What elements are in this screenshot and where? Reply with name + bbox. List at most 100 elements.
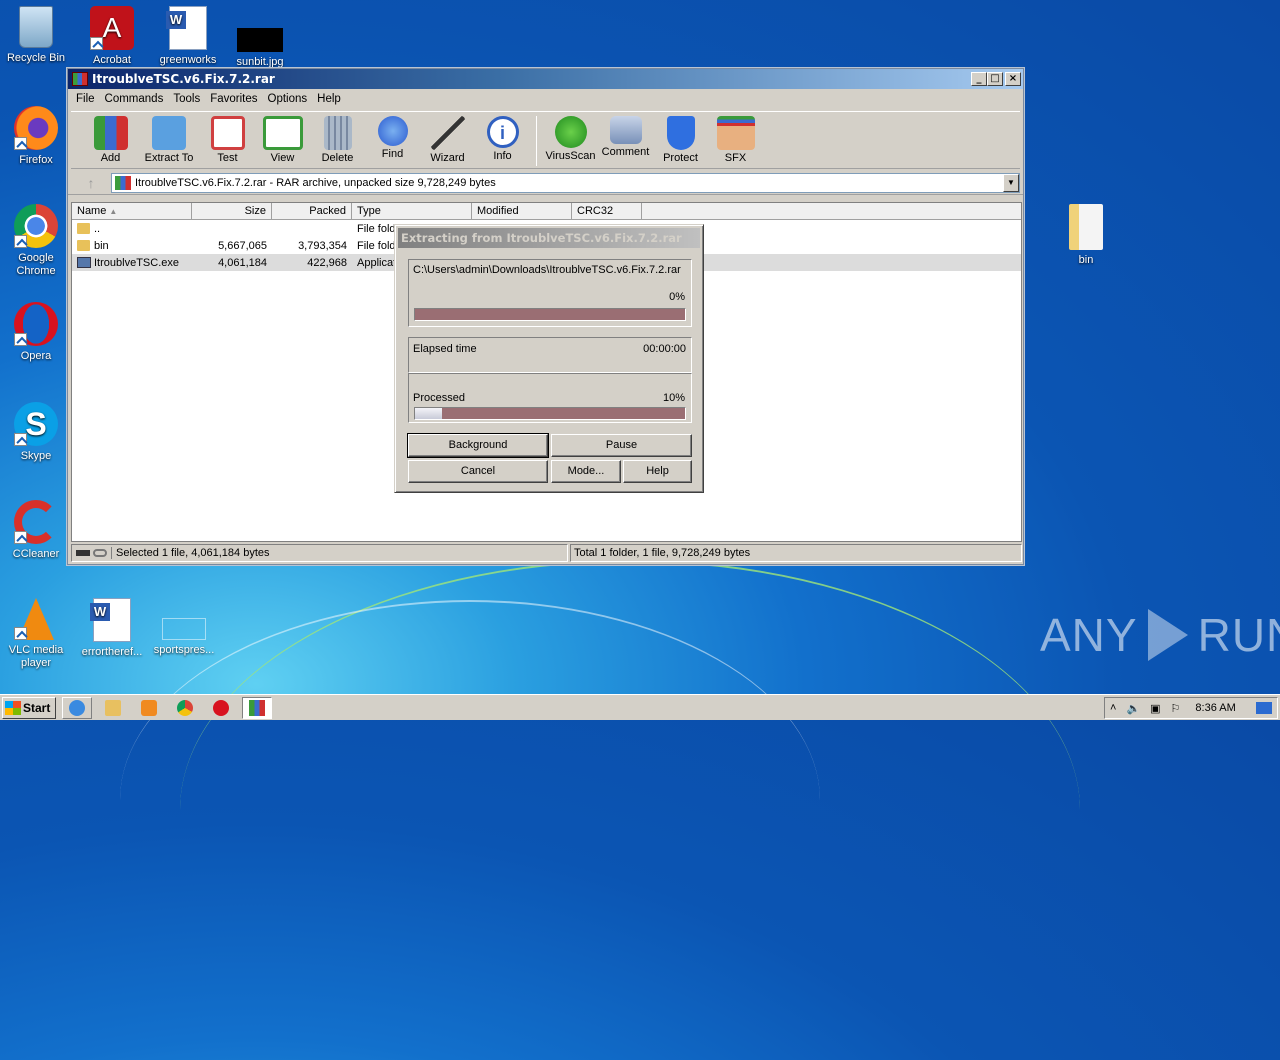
desktop-icon-opera[interactable]: Opera [0,302,72,363]
close-button[interactable]: × [1005,72,1021,86]
up-arrow-icon[interactable]: ↑ [71,175,111,191]
toolbar-wizard-button[interactable]: Wizard [420,116,475,164]
info-icon: i [486,116,519,148]
menu-favorites[interactable]: Favorites [205,93,262,105]
cancel-button[interactable]: Cancel [408,460,548,483]
desktop-icon-sportspres[interactable]: sportspres... [148,598,220,657]
toolbar-test-button[interactable]: Test [200,116,255,164]
menu-help[interactable]: Help [312,93,346,105]
desktop-icon-label: Recycle Bin [6,52,66,64]
title-bar[interactable]: ItroublveTSC.v6.Fix.7.2.rar _ □ × [68,69,1023,89]
minimize-button[interactable]: _ [971,72,987,86]
desktop-icon-firefox[interactable]: Firefox [0,106,72,167]
help-button[interactable]: Help [623,460,692,483]
address-text: ItroublveTSC.v6.Fix.7.2.rar - RAR archiv… [135,176,496,189]
recycle-bin-icon [19,6,53,48]
magnifier-icon [377,116,408,146]
toolbar-separator [536,116,537,166]
toolbar-protect-button[interactable]: Protect [653,116,708,164]
status-selected: Selected 1 file, 4,061,184 bytes [111,547,270,559]
menu-file[interactable]: File [71,93,100,105]
toolbar-info-button[interactable]: i Info [475,116,530,162]
show-desktop-icon[interactable] [1256,702,1272,714]
taskbar: Start ˄ 🔈 ▣ ⚐ 8:36 AM [0,694,1280,720]
desktop-icon-label: errortheref... [81,646,143,658]
network-icon[interactable]: ▣ [1150,702,1160,715]
volume-icon[interactable]: 🔈 [1126,702,1140,715]
mode-button[interactable]: Mode... [551,460,621,483]
processed-group: Processed 10% [408,373,692,423]
toolbar-label: View [270,152,295,164]
sfx-box-icon [716,116,755,150]
status-total: Total 1 folder, 1 file, 9,728,249 bytes [574,547,751,559]
toolbar-label: Protect [663,152,698,164]
maximize-button[interactable]: □ [987,72,1003,86]
taskbar-chrome[interactable] [170,697,200,719]
menu-tools[interactable]: Tools [168,93,205,105]
watermark-text: RUN [1197,609,1280,661]
system-tray: ˄ 🔈 ▣ ⚐ 8:36 AM [1104,697,1278,719]
background-button[interactable]: Background [407,433,549,458]
toolbar-find-button[interactable]: Find [365,116,420,160]
column-header-packed[interactable]: Packed [272,203,352,219]
address-field[interactable]: ItroublveTSC.v6.Fix.7.2.rar - RAR archiv… [111,172,1020,193]
desktop-icon-label: Firefox [19,154,53,166]
show-hidden-icons-icon[interactable]: ˄ [1110,702,1116,714]
extract-progress-dialog: Extracting from ItroublveTSC.v6.Fix.7.2.… [394,224,704,493]
taskbar-winrar[interactable] [242,696,272,719]
desktop-icon-skype[interactable]: S Skype [0,402,72,463]
desktop-icon-vlc[interactable]: VLC media player [0,598,72,670]
desktop-icon-ccleaner[interactable]: CCleaner [0,500,72,561]
status-bar: Selected 1 file, 4,061,184 bytes Total 1… [71,544,1022,562]
file-progress-group: C:\Users\admin\Downloads\ItroublveTSC.v6… [408,259,692,327]
taskbar-opera[interactable] [206,697,236,719]
toolbar-add-button[interactable]: Add [83,116,138,164]
desktop-icon-acrobat[interactable]: A Acrobat [76,6,148,67]
toolbar-delete-button[interactable]: Delete [310,116,365,164]
action-center-flag-icon[interactable]: ⚐ [1171,702,1181,715]
desktop-icon-sunbit[interactable]: sunbit.jpg [224,6,296,69]
column-header-crc32[interactable]: CRC32 [572,203,642,219]
taskbar-ie[interactable] [62,696,92,719]
address-bar: ↑ ItroublveTSC.v6.Fix.7.2.rar - RAR arch… [68,171,1023,195]
column-header-modified[interactable]: Modified [472,203,572,219]
taskbar-media-player[interactable] [134,697,164,719]
chevron-down-icon[interactable]: ▼ [1003,173,1019,192]
desktop-icon-errortheref[interactable]: W errortheref... [76,598,148,659]
exe-icon [77,257,91,269]
start-button[interactable]: Start [2,696,56,719]
taskbar-explorer[interactable] [98,697,128,719]
toolbar-extract-to-button[interactable]: Extract To [138,116,200,164]
desktop-icon-greenworks[interactable]: W greenworks [152,6,224,67]
virus-scan-icon [554,116,587,148]
toolbar-label: Test [217,152,238,164]
dialog-title[interactable]: Extracting from ItroublveTSC.v6.Fix.7.2.… [398,228,700,248]
clock[interactable]: 8:36 AM [1195,702,1235,714]
toolbar-comment-button[interactable]: Comment [598,116,653,158]
elapsed-value: 00:00:00 [643,343,686,355]
folder-icon [77,240,90,252]
toolbar-sfx-button[interactable]: SFX [708,116,763,164]
ccleaner-icon [14,500,58,544]
menu-options[interactable]: Options [263,93,313,105]
column-header-type[interactable]: Type [352,203,472,219]
column-header-filler [642,203,1021,219]
desktop-icon-chrome[interactable]: Google Chrome [0,204,72,278]
row-name: ItroublveTSC.exe [94,256,179,269]
menu-commands[interactable]: Commands [100,93,169,105]
start-label: Start [23,700,51,715]
key-icon[interactable] [93,549,107,557]
anyrun-watermark: ANY RUN [1040,608,1280,662]
column-header-name[interactable]: Name ▲ [72,203,192,219]
desktop-icon-bin[interactable]: bin [1050,204,1122,267]
toolbar-virusscan-button[interactable]: VirusScan [543,116,598,162]
file-list-header: Name ▲ Size Packed Type Modified CRC32 [72,203,1021,220]
winrar-icon [249,699,265,716]
toolbar-view-button[interactable]: View [255,116,310,164]
column-header-size[interactable]: Size [192,203,272,219]
pause-button[interactable]: Pause [551,434,692,457]
toolbar-label: VirusScan [545,150,596,162]
processed-progress-fill [415,408,442,419]
desktop-icon-recycle-bin[interactable]: Recycle Bin [0,6,72,65]
play-logo-icon [1147,609,1188,661]
